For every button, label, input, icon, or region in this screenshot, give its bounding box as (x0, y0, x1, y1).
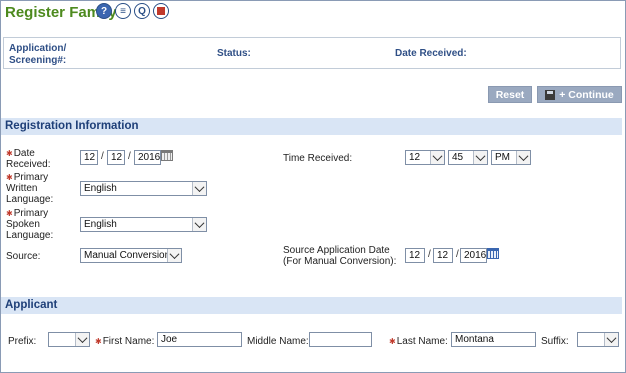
continue-button[interactable]: + Continue (537, 86, 622, 103)
required-icon: ✱ (6, 149, 13, 158)
applicant-section-header: Applicant (1, 297, 622, 314)
last-name-input[interactable]: Montana (451, 332, 536, 347)
middle-name-input[interactable] (309, 332, 372, 347)
prefix-select[interactable] (48, 332, 90, 347)
time-minute-select[interactable]: 45 (448, 150, 488, 165)
chevron-down-icon (192, 218, 206, 231)
source-date-month-input[interactable]: 12 (405, 248, 425, 263)
status-label: Status: (217, 48, 251, 59)
date-received-label: Date Received: (395, 48, 467, 59)
date-received-month-input[interactable]: 12 (80, 150, 98, 165)
header-icon-bar: ? ≡ Q (96, 3, 169, 19)
suffix-select[interactable] (577, 332, 619, 347)
spoken-language-select[interactable]: English (80, 217, 207, 232)
first-name-input[interactable]: Joe (157, 332, 242, 347)
save-icon (545, 89, 556, 100)
chevron-down-icon (192, 182, 206, 195)
written-language-label: ✱Primary Written Language: (6, 172, 54, 205)
date-separator: / (128, 151, 131, 162)
date-received-day-input[interactable]: 12 (107, 150, 125, 165)
last-name-label: ✱Last Name: (389, 336, 448, 347)
date-separator: / (101, 151, 104, 162)
chevron-down-icon (75, 333, 89, 346)
required-icon: ✱ (6, 209, 13, 218)
time-received-label: Time Received: (283, 153, 353, 164)
spoken-language-label: ✱Primary Spoken Language: (6, 208, 54, 241)
first-name-label: ✱First Name: (95, 336, 155, 347)
written-language-select[interactable]: English (80, 181, 207, 196)
chevron-down-icon (516, 151, 530, 164)
source-date-day-input[interactable]: 12 (433, 248, 453, 263)
application-number-label: Application/ Screening#: (9, 43, 67, 66)
continue-button-label: + Continue (559, 88, 614, 101)
time-ampm-select[interactable]: PM (491, 150, 531, 165)
chevron-down-icon (604, 333, 618, 346)
reset-button[interactable]: Reset (488, 86, 532, 103)
source-label: Source: (6, 251, 41, 262)
date-received-field-label: ✱Date Received: (6, 148, 51, 170)
source-app-date-label: Source Application Date (For Manual Conv… (283, 245, 397, 267)
query-icon[interactable]: Q (134, 3, 150, 19)
document-icon[interactable]: ≡ (115, 3, 131, 19)
prefix-label: Prefix: (8, 336, 37, 347)
required-icon: ✱ (6, 173, 13, 182)
registration-section-header: Registration Information (1, 118, 622, 135)
time-hour-select[interactable]: 12 (405, 150, 445, 165)
date-separator: / (456, 249, 459, 260)
help-icon[interactable]: ? (96, 3, 112, 19)
source-select[interactable]: Manual Conversion (80, 248, 182, 263)
chevron-down-icon (473, 151, 487, 164)
source-date-year-input[interactable]: 2016 (460, 248, 487, 263)
calendar-icon[interactable] (487, 248, 499, 259)
calendar-icon[interactable] (161, 150, 173, 161)
required-icon: ✱ (95, 337, 102, 346)
suffix-label: Suffix: (541, 336, 569, 347)
chevron-down-icon (167, 249, 181, 262)
required-icon: ✱ (389, 337, 396, 346)
date-separator: / (428, 249, 431, 260)
application-info-box: Application/ Screening#: Status: Date Re… (3, 37, 621, 69)
middle-name-label: Middle Name: (247, 336, 309, 347)
chevron-down-icon (430, 151, 444, 164)
date-received-year-input[interactable]: 2016 (134, 150, 161, 165)
stop-icon[interactable] (153, 3, 169, 19)
